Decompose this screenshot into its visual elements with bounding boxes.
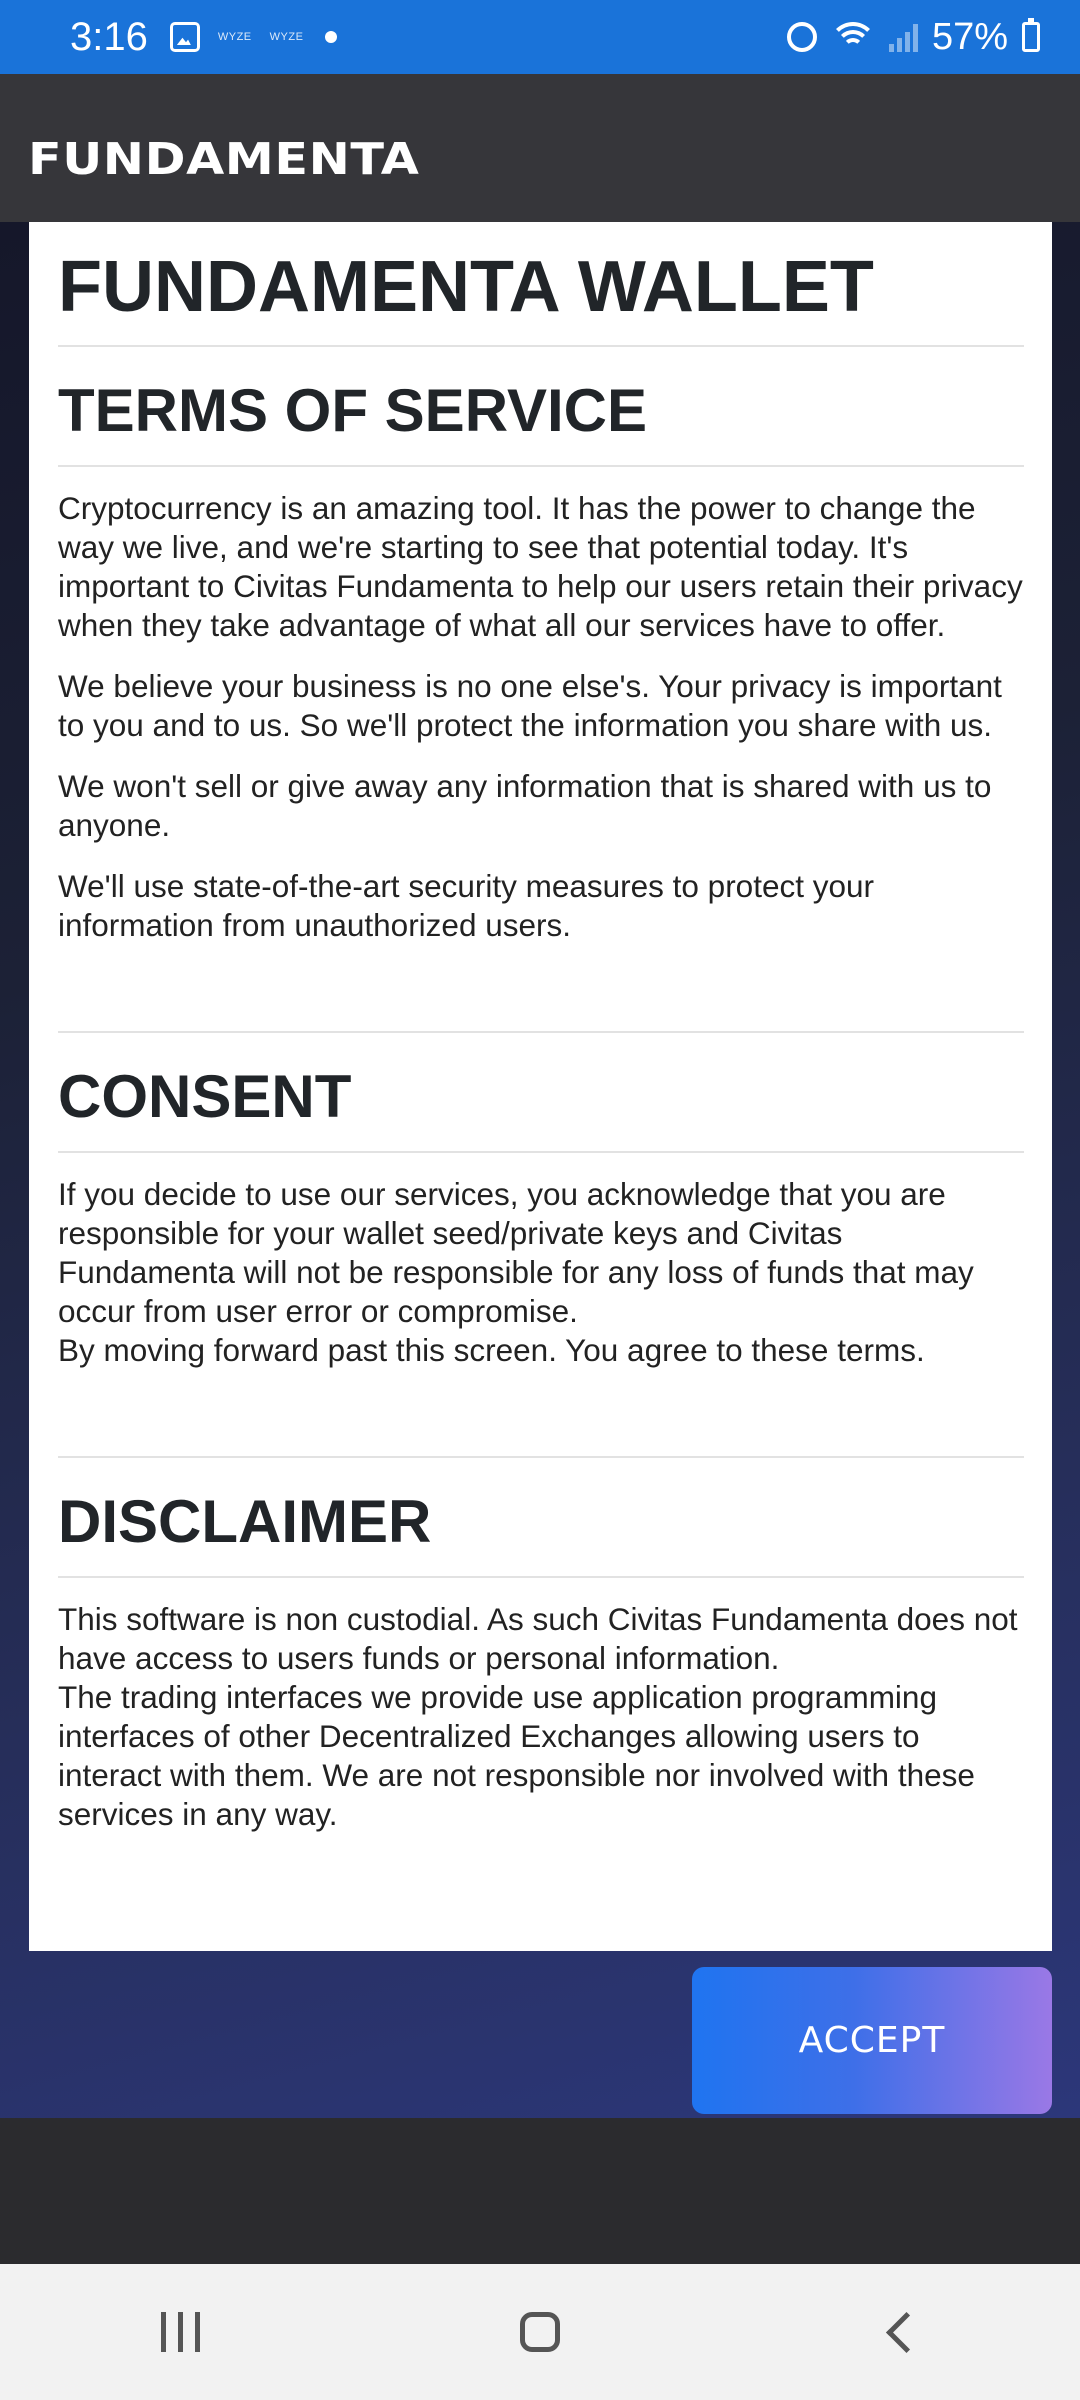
disclaimer-paragraph: This software is non custodial. As such …	[58, 1600, 1018, 1676]
image-icon	[169, 22, 200, 52]
back-icon	[885, 2311, 927, 2353]
app-header: FUNDAMENTA	[0, 74, 1080, 222]
accept-button[interactable]: ACCEPT	[692, 1967, 1052, 2114]
terms-paragraph: Cryptocurrency is an amazing tool. It ha…	[58, 489, 1023, 643]
wyze-notification-icon: WYZE	[217, 31, 252, 43]
system-nav-bar	[0, 2264, 1080, 2400]
alarm-icon	[786, 22, 817, 52]
terms-heading: TERMS OF SERVICE	[58, 347, 1024, 467]
disclaimer-body: This software is non custodial. As such …	[58, 1578, 1024, 1834]
signal-icon	[888, 22, 918, 52]
wyze-notification-icon: WYZE	[269, 31, 304, 43]
notification-dot-icon	[325, 31, 338, 43]
disclaimer-paragraph: The trading interfaces we provide use ap…	[58, 1678, 975, 1832]
battery-icon	[1022, 18, 1040, 52]
brand-logo: FUNDAMENTA	[28, 134, 420, 185]
battery-percent: 57%	[931, 15, 1008, 58]
back-button[interactable]	[860, 2292, 940, 2372]
disclaimer-heading: DISCLAIMER	[58, 1458, 1024, 1578]
recents-button[interactable]	[140, 2292, 220, 2372]
consent-paragraph: By moving forward past this screen. You …	[58, 1331, 925, 1368]
home-icon	[520, 2312, 560, 2352]
bottom-strip	[0, 2118, 1080, 2264]
consent-heading: CONSENT	[58, 1033, 1024, 1153]
terms-body: Cryptocurrency is an amazing tool. It ha…	[58, 467, 1024, 945]
consent-paragraph: If you decide to use our services, you a…	[58, 1175, 974, 1329]
terms-paragraph: We won't sell or give away any informati…	[58, 767, 992, 843]
recents-icon	[160, 2312, 200, 2352]
terms-card[interactable]: FUNDAMENTA WALLET TERMS OF SERVICE Crypt…	[29, 222, 1052, 1951]
terms-paragraph: We'll use state-of-the-art security meas…	[58, 867, 875, 943]
consent-body: If you decide to use our services, you a…	[58, 1153, 1024, 1370]
page-title: FUNDAMENTA WALLET	[58, 246, 1024, 347]
status-right: 57%	[786, 15, 1040, 59]
status-time: 3:16	[70, 14, 148, 59]
home-button[interactable]	[500, 2292, 580, 2372]
terms-paragraph: We believe your business is no one else'…	[58, 667, 1002, 743]
wifi-icon	[830, 20, 875, 54]
status-bar: 3:16 WYZE WYZE 57%	[0, 0, 1080, 74]
